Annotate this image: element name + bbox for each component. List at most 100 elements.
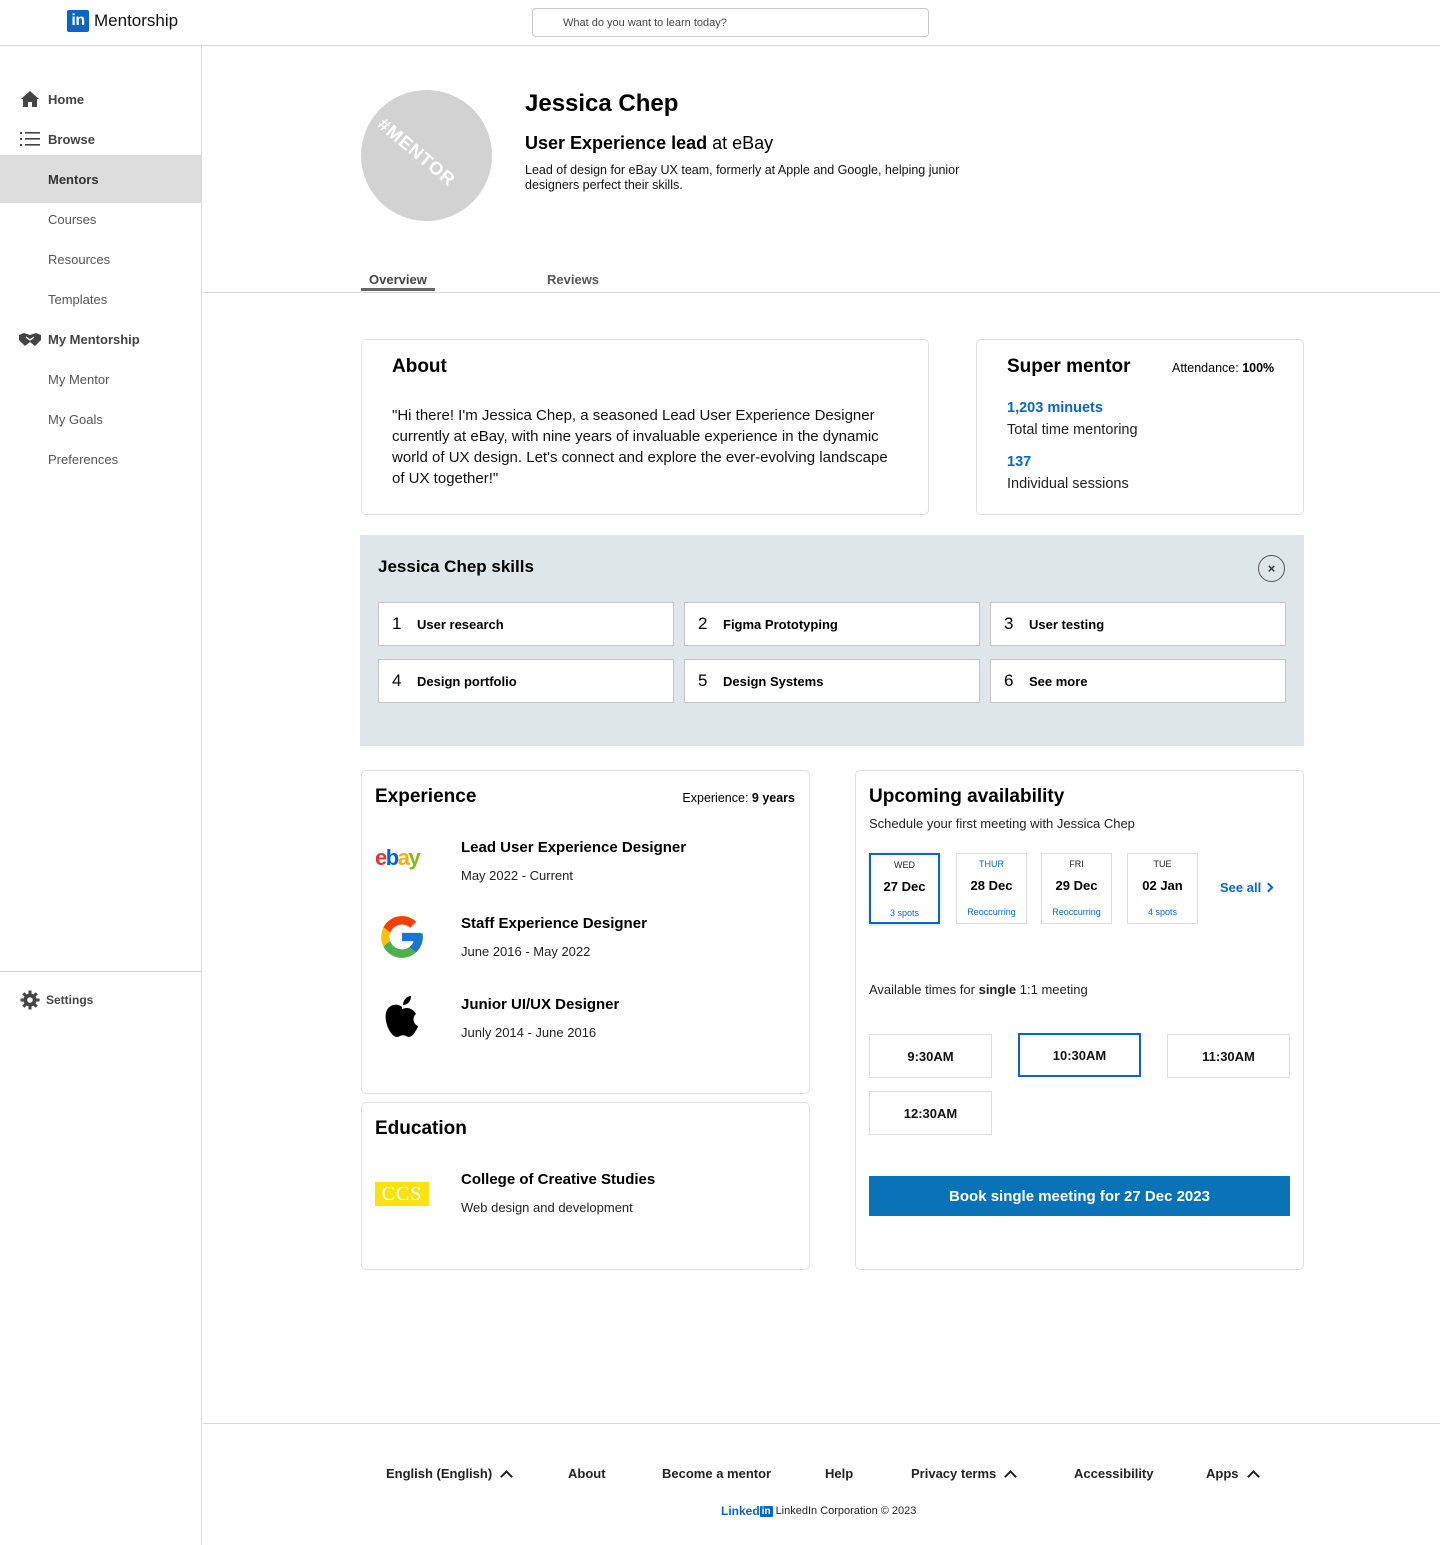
copyright-text: LinkedIn Corporation © 2023 <box>775 1505 917 1517</box>
skill-item[interactable]: 3 User testing <box>990 602 1286 646</box>
see-all-link[interactable]: See all <box>1220 880 1274 895</box>
time-slot-selected[interactable]: 10:30AM <box>1018 1033 1141 1077</box>
about-title: About <box>392 356 447 377</box>
skill-label: User research <box>417 616 504 632</box>
availability-title: Upcoming availability <box>869 786 1065 807</box>
see-more-skills[interactable]: 6 See more <box>990 659 1286 703</box>
sidebar-item-preferences[interactable]: Preferences <box>0 439 201 479</box>
school-name: College of Creative Studies <box>461 1171 656 1188</box>
close-button[interactable]: × <box>1258 555 1285 582</box>
footer-link-help[interactable]: Help <box>825 1466 853 1481</box>
footer-link-apps[interactable]: Apps <box>1206 1466 1260 1483</box>
ebay-logo-y: y <box>408 847 421 870</box>
tab-overview[interactable]: Overview <box>369 272 427 287</box>
school-program: Web design and development <box>461 1200 633 1215</box>
skill-item[interactable]: 2 Figma Prototyping <box>684 602 980 646</box>
sidebar-item-label: My Mentorship <box>48 331 140 347</box>
attendance-value: 100% <box>1242 361 1275 375</box>
chevron-up-icon <box>1246 1469 1260 1483</box>
sidebar-item-label: Preferences <box>48 451 119 467</box>
sidebar-item-courses[interactable]: Courses <box>0 199 201 239</box>
app-name: Mentorship <box>94 11 179 30</box>
skill-number: 6 <box>1004 671 1014 690</box>
day-option-tue[interactable]: TUE 02 Jan 4 spots <box>1127 853 1198 924</box>
skills-title: Jessica Chep skills <box>378 557 534 576</box>
skill-label: User testing <box>1029 616 1105 632</box>
about-card: About "Hi there! I'm Jessica Chep, a sea… <box>361 339 929 515</box>
experience-years: Experience: 9 years <box>682 791 795 805</box>
list-icon <box>19 129 41 149</box>
day-spots: 3 spots <box>889 908 920 918</box>
footer-link-become-mentor[interactable]: Become a mentor <box>662 1466 771 1481</box>
sidebar-item-my-mentor[interactable]: My Mentor <box>0 359 201 399</box>
times-bold: single <box>978 982 1017 997</box>
time-slot[interactable]: 12:30AM <box>869 1091 992 1135</box>
times-suffix: 1:1 meeting <box>1016 982 1088 997</box>
times-label: Available times for single 1:1 meeting <box>869 982 1088 997</box>
ccs-logo: CCS <box>375 1182 429 1206</box>
footer-link-privacy[interactable]: Privacy terms <box>911 1466 1018 1483</box>
skill-item[interactable]: 5 Design Systems <box>684 659 980 703</box>
day-spots: Reoccurring <box>967 907 1016 917</box>
experience-item: Staff Experience Designer June 2016 - Ma… <box>362 915 802 975</box>
ebay-logo: ebay <box>375 845 431 876</box>
super-mentor-card: Super mentor Attendance: 100% 1,203 minu… <box>976 339 1304 515</box>
time-slot[interactable]: 11:30AM <box>1167 1034 1290 1078</box>
footer: English (English) About Become a mentor … <box>203 1423 1440 1545</box>
availability-card: Upcoming availability Schedule your firs… <box>855 770 1304 1270</box>
experience-dates: May 2022 - Current <box>461 868 573 883</box>
day-option-thur[interactable]: THUR 28 Dec Reoccurring <box>956 853 1027 924</box>
book-meeting-button[interactable]: Book single meeting for 27 Dec 2023 <box>869 1176 1290 1216</box>
search-input[interactable] <box>532 8 929 37</box>
profile-description: Lead of design for eBay UX team, formerl… <box>525 163 960 192</box>
sidebar-item-settings[interactable]: Settings <box>0 980 201 1020</box>
sessions-value: 137 <box>1007 454 1032 470</box>
gear-icon <box>19 990 41 1010</box>
app-logo[interactable]: in Mentorship <box>67 10 178 32</box>
chevron-right-icon <box>1263 882 1274 893</box>
profile-role: User Experience lead <box>525 133 708 153</box>
sidebar-item-home[interactable]: Home <box>0 79 201 119</box>
active-tab-indicator <box>361 288 435 291</box>
experience-years-value: 9 years <box>751 791 795 805</box>
sidebar-item-mentors[interactable]: Mentors <box>0 155 201 203</box>
attendance-label: Attendance: <box>1172 361 1243 375</box>
about-text: "Hi there! I'm Jessica Chep, a seasoned … <box>392 407 888 487</box>
experience-title: Experience <box>375 786 477 807</box>
day-date: 29 Dec <box>1055 878 1098 893</box>
day-option-wed[interactable]: WED 27 Dec 3 spots <box>869 853 940 924</box>
availability-subtitle: Schedule your first meeting with Jessica… <box>869 816 1135 831</box>
super-mentor-title: Super mentor <box>1007 356 1131 377</box>
sidebar-item-browse[interactable]: Browse <box>0 119 201 159</box>
experience-item: ebay Lead User Experience Designer May 2… <box>362 839 802 899</box>
sidebar-item-my-goals[interactable]: My Goals <box>0 399 201 439</box>
skill-item[interactable]: 4 Design portfolio <box>378 659 674 703</box>
language-selector[interactable]: English (English) <box>386 1466 514 1483</box>
day-dow: FRI <box>1069 859 1084 869</box>
sidebar-item-templates[interactable]: Templates <box>0 279 201 319</box>
skill-item[interactable]: 1 User research <box>378 602 674 646</box>
sidebar-item-label: Mentors <box>48 171 99 187</box>
attendance: Attendance: 100% <box>1172 361 1274 375</box>
day-spots: 4 spots <box>1147 907 1178 917</box>
sidebar-item-resources[interactable]: Resources <box>0 239 201 279</box>
tab-reviews[interactable]: Reviews <box>547 272 599 287</box>
close-icon: × <box>1267 561 1276 576</box>
sidebar-item-label: Home <box>48 91 85 107</box>
footer-link-about[interactable]: About <box>568 1466 606 1481</box>
skill-label: Design Systems <box>723 673 824 689</box>
education-card: Education CCS College of Creative Studie… <box>361 1102 810 1270</box>
sidebar-item-label: My Goals <box>48 411 103 427</box>
sidebar-item-my-mentorship[interactable]: My Mentorship <box>0 319 201 359</box>
education-title: Education <box>375 1118 467 1139</box>
sidebar-item-label: Resources <box>48 251 111 267</box>
skill-number: 5 <box>698 671 708 690</box>
sidebar-item-label: My Mentor <box>48 371 110 387</box>
sidebar-item-label: Courses <box>48 211 97 227</box>
day-dow: THUR <box>979 859 1004 869</box>
experience-years-label: Experience: <box>682 791 752 805</box>
footer-link-accessibility[interactable]: Accessibility <box>1074 1466 1154 1481</box>
time-slot[interactable]: 9:30AM <box>869 1034 992 1078</box>
day-option-fri[interactable]: FRI 29 Dec Reoccurring <box>1041 853 1112 924</box>
experience-job-title: Lead User Experience Designer <box>461 839 687 856</box>
